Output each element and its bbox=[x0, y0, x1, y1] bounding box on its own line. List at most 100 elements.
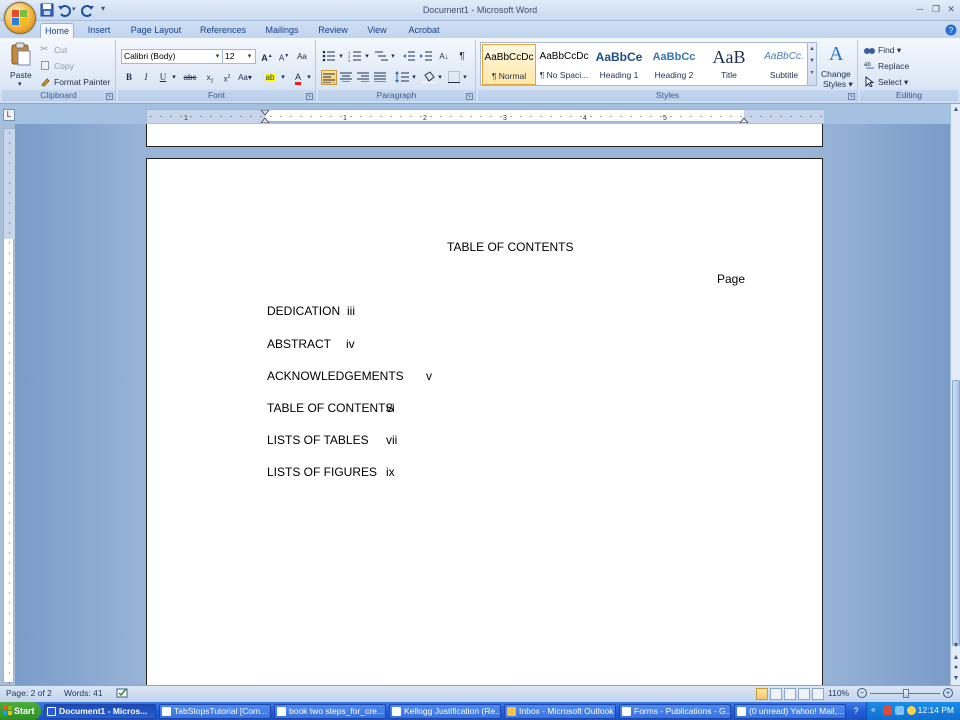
subscript-button[interactable]: x2 bbox=[202, 70, 218, 85]
highlight-button[interactable]: ab bbox=[262, 70, 278, 85]
zoom-out-icon[interactable]: − bbox=[857, 688, 867, 698]
web-layout-button[interactable] bbox=[784, 688, 796, 700]
style-normal[interactable]: AaBbCcDc ¶ Normal bbox=[482, 44, 536, 85]
start-button[interactable]: Start bbox=[0, 702, 41, 720]
tab-review[interactable]: Review bbox=[313, 23, 353, 38]
superscript-button[interactable]: x2 bbox=[219, 70, 235, 85]
toc-entry-page[interactable]: vii bbox=[386, 433, 397, 447]
style-heading-1[interactable]: AaBbCе Heading 1 bbox=[592, 44, 646, 85]
chevron-up-icon[interactable]: ▲ bbox=[808, 43, 816, 55]
styles-scroll[interactable]: ▲ ▼ ▾ bbox=[807, 42, 817, 86]
clipboard-launcher-icon[interactable]: ↘ bbox=[106, 93, 113, 100]
document-area[interactable]: TABLE OF CONTENTS Page DEDICATION iii AB… bbox=[15, 124, 950, 685]
taskbar-item[interactable]: Kellogg Justification (Re... bbox=[389, 704, 501, 719]
bullets-button[interactable] bbox=[321, 49, 337, 64]
line-spacing-button[interactable] bbox=[394, 70, 410, 85]
tray-expand-icon[interactable]: « bbox=[871, 705, 875, 714]
horizontal-ruler[interactable]: 1 1 2 3 4 5 bbox=[146, 109, 824, 123]
change-case-button[interactable]: Aa▾ bbox=[237, 70, 253, 85]
tab-view[interactable]: View bbox=[362, 23, 392, 38]
shrink-font-button[interactable]: A▼ bbox=[276, 49, 292, 64]
toc-heading[interactable]: TABLE OF CONTENTS bbox=[447, 240, 573, 254]
taskbar-item[interactable]: Forms - Publications - G... bbox=[619, 704, 731, 719]
styles-launcher-icon[interactable]: ↘ bbox=[848, 93, 855, 100]
document-page[interactable]: TABLE OF CONTENTS Page DEDICATION iii AB… bbox=[146, 158, 823, 685]
align-left-button[interactable] bbox=[321, 70, 337, 85]
volume-icon[interactable] bbox=[907, 706, 916, 715]
taskbar-item[interactable]: Inbox - Microsoft Outlook bbox=[504, 704, 616, 719]
tab-selector-icon[interactable]: L bbox=[3, 109, 15, 121]
scroll-down-icon[interactable]: ▼ bbox=[951, 640, 960, 651]
highlight-dropdown-icon[interactable]: ▾ bbox=[279, 70, 287, 85]
align-right-button[interactable] bbox=[356, 70, 372, 85]
scroll-up-icon[interactable]: ▲ bbox=[951, 104, 960, 115]
bullets-dropdown-icon[interactable]: ▾ bbox=[337, 49, 345, 64]
toc-entry-title[interactable]: ACKNOWLEDGEMENTS bbox=[267, 369, 404, 383]
style-subtitle[interactable]: AaBbCc. Subtitle bbox=[757, 44, 811, 85]
font-size-combo[interactable]: 12 ▾ bbox=[222, 49, 256, 64]
chevron-down-icon[interactable]: ▼ bbox=[808, 55, 816, 67]
paste-button[interactable]: Paste ▾ bbox=[8, 42, 34, 88]
zoom-level[interactable]: 110% bbox=[828, 688, 849, 698]
font-launcher-icon[interactable]: ↘ bbox=[306, 93, 313, 100]
tab-page-layout[interactable]: Page Layout bbox=[127, 23, 185, 38]
bold-button[interactable]: B bbox=[121, 70, 137, 85]
clear-formatting-button[interactable]: Aa bbox=[294, 49, 310, 64]
shading-button[interactable] bbox=[421, 70, 437, 85]
toc-entry-page[interactable]: vi bbox=[386, 401, 395, 415]
style-no-spacing[interactable]: AaBbCcDc ¶ No Spaci... bbox=[537, 44, 591, 85]
browse-object-icon[interactable]: ● bbox=[951, 662, 960, 673]
taskbar-item[interactable]: book two steps_for_cre... bbox=[274, 704, 386, 719]
toc-entry-title[interactable]: TABLE OF CONTENTS bbox=[267, 401, 393, 415]
restore-button[interactable]: ❐ bbox=[929, 3, 943, 15]
underline-button[interactable]: U bbox=[155, 70, 171, 85]
toc-entry-page[interactable]: iv bbox=[346, 337, 355, 351]
draft-button[interactable] bbox=[812, 688, 824, 700]
justify-button[interactable] bbox=[373, 70, 389, 85]
page-count[interactable]: Page: 2 of 2 bbox=[6, 688, 52, 698]
sort-button[interactable]: A↓ bbox=[436, 49, 452, 64]
grow-font-button[interactable]: A▲ bbox=[259, 49, 275, 64]
replace-button[interactable]: ab Replace bbox=[864, 60, 924, 74]
toc-entry-title[interactable]: DEDICATION bbox=[267, 304, 340, 318]
office-button[interactable] bbox=[4, 2, 36, 34]
taskbar-item[interactable]: (0 unread) Yahoo! Mail,... bbox=[734, 704, 846, 719]
tab-home[interactable]: Home bbox=[40, 23, 74, 38]
network-icon[interactable] bbox=[895, 706, 904, 715]
font-color-button[interactable]: A bbox=[290, 70, 306, 85]
vertical-ruler[interactable] bbox=[3, 128, 15, 684]
language-bar-icon[interactable]: ? bbox=[850, 705, 862, 717]
multilevel-list-button[interactable] bbox=[373, 49, 389, 64]
copy-button[interactable]: Copy bbox=[40, 60, 110, 74]
italic-button[interactable]: I bbox=[138, 70, 154, 85]
style-heading-2[interactable]: AaBbCc Heading 2 bbox=[647, 44, 701, 85]
full-screen-reading-button[interactable] bbox=[770, 688, 782, 700]
numbering-button[interactable]: 123 bbox=[347, 49, 363, 64]
decrease-indent-button[interactable] bbox=[401, 49, 417, 64]
vertical-scrollbar[interactable]: ▲ ▼ ▲ ● ▼ bbox=[950, 104, 960, 685]
help-icon[interactable]: ? bbox=[944, 23, 958, 38]
toc-entry-page[interactable]: iii bbox=[347, 304, 355, 318]
cut-button[interactable]: ✂ Cut bbox=[40, 44, 110, 58]
borders-dropdown-icon[interactable]: ▾ bbox=[461, 70, 469, 85]
toc-page-label[interactable]: Page bbox=[717, 272, 745, 286]
close-button[interactable]: ✕ bbox=[944, 3, 958, 15]
toc-entry-page[interactable]: v bbox=[426, 369, 432, 383]
increase-indent-button[interactable] bbox=[418, 49, 434, 64]
toc-entry-page[interactable]: ix bbox=[386, 465, 395, 479]
show-hide-button[interactable]: ¶ bbox=[454, 49, 470, 64]
taskbar-item[interactable]: Document1 - Micros... bbox=[44, 704, 156, 719]
tab-mailings[interactable]: Mailings bbox=[259, 23, 305, 38]
font-name-combo[interactable]: Calibri (Body) ▾ bbox=[121, 49, 224, 64]
toc-entry-title[interactable]: ABSTRACT bbox=[267, 337, 331, 351]
tray-app-icon[interactable] bbox=[883, 706, 892, 715]
select-button[interactable]: Select ▾ bbox=[864, 76, 924, 90]
word-count[interactable]: Words: 41 bbox=[64, 688, 103, 698]
find-button[interactable]: Find ▾ bbox=[864, 44, 924, 58]
more-styles-icon[interactable]: ▾ bbox=[808, 67, 816, 79]
tab-acrobat[interactable]: Acrobat bbox=[402, 23, 446, 38]
tab-references[interactable]: References bbox=[195, 23, 251, 38]
scroll-thumb[interactable] bbox=[952, 380, 960, 646]
zoom-slider-thumb[interactable] bbox=[903, 689, 909, 698]
borders-button[interactable] bbox=[446, 70, 462, 85]
